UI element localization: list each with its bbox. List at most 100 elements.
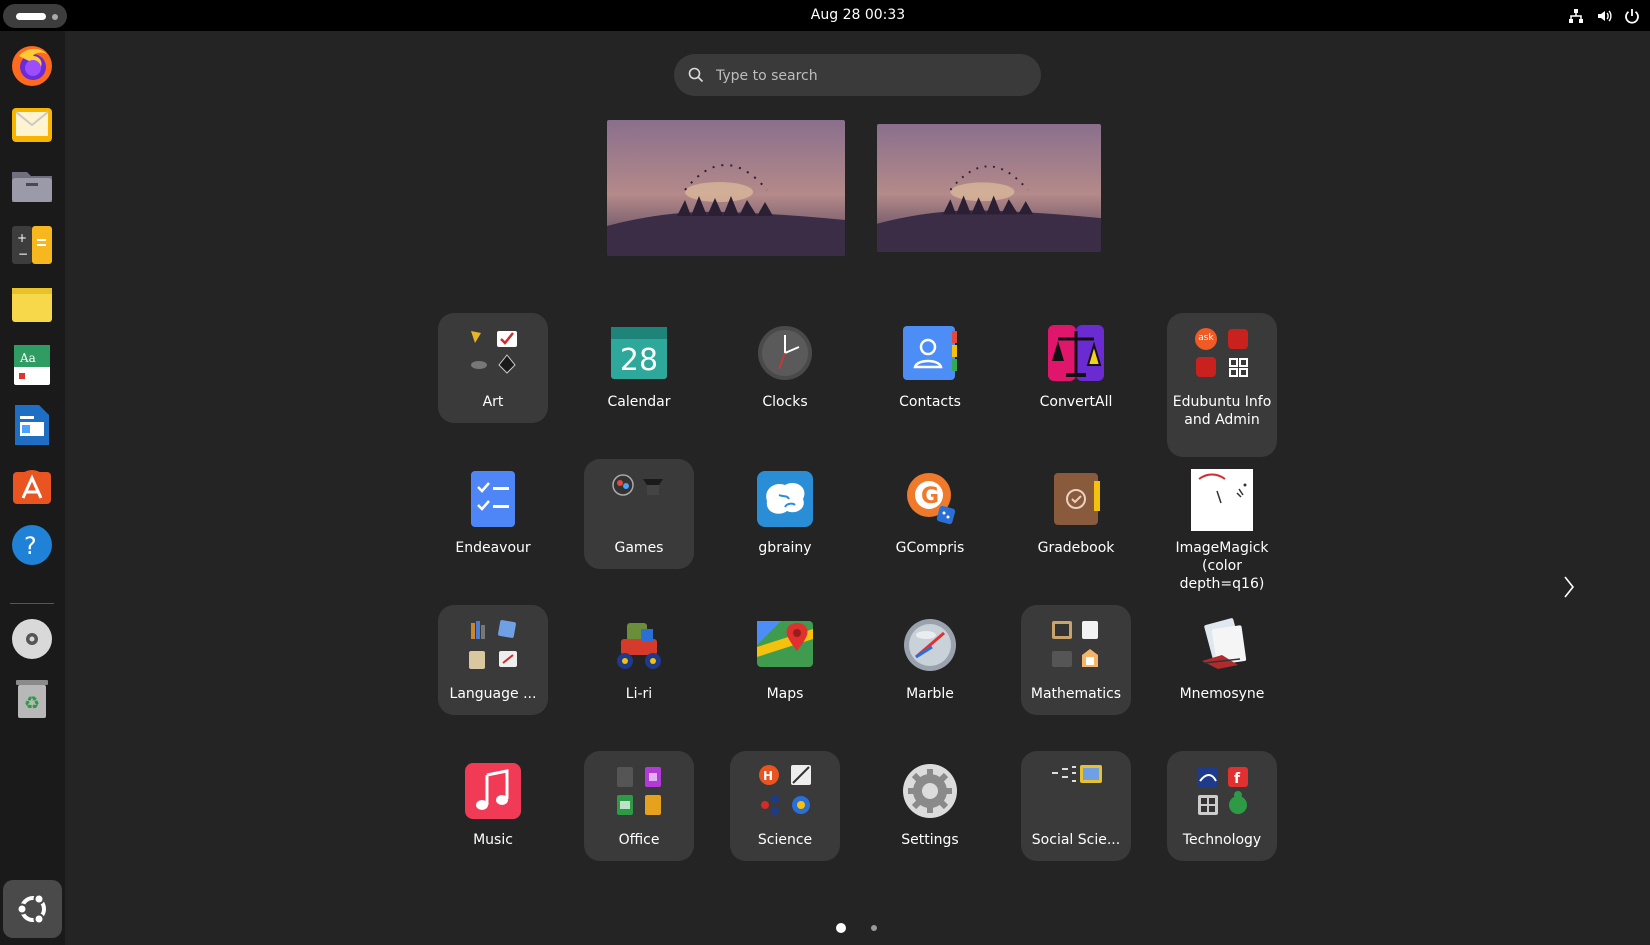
app-label: GCompris <box>895 540 965 556</box>
app-folder-art[interactable]: Art <box>438 313 548 423</box>
app-endeavour[interactable]: Endeavour <box>438 459 548 569</box>
clock[interactable]: Aug 28 00:33 <box>0 0 1650 31</box>
gcompris-icon: G <box>902 471 958 527</box>
sticky-notes-icon[interactable] <box>9 282 55 328</box>
app-imagemagick[interactable]: ImageMagick (color depth=q16) <box>1167 459 1277 603</box>
clock-icon <box>757 325 813 381</box>
mnemosyne-icon <box>1194 617 1250 673</box>
app-folder-language[interactable]: Language ... <box>438 605 548 715</box>
app-gbrainy[interactable]: gbrainy <box>730 459 840 569</box>
page-indicator-1[interactable] <box>836 923 846 933</box>
app-label: Li-ri <box>625 686 653 702</box>
contacts-icon <box>902 325 958 381</box>
app-label: Language ... <box>449 686 537 702</box>
app-li-ri[interactable]: Li-ri <box>584 605 694 715</box>
app-label: Contacts <box>899 394 961 410</box>
app-gradebook[interactable]: Gradebook <box>1021 459 1131 569</box>
app-convertall[interactable]: ConvertAll <box>1021 313 1131 423</box>
app-mnemosyne[interactable]: Mnemosyne <box>1167 605 1277 715</box>
app-folder-science[interactable]: H Science <box>730 751 840 861</box>
app-folder-games[interactable]: Games <box>584 459 694 569</box>
files-icon[interactable] <box>9 162 55 208</box>
svg-text:♻: ♻ <box>24 693 40 714</box>
convertall-icon <box>1048 325 1104 381</box>
firefox-icon[interactable] <box>9 42 55 88</box>
li-ri-icon <box>611 617 667 673</box>
dock: + − Aa ? ♻ <box>0 31 65 945</box>
app-folder-office[interactable]: Office <box>584 751 694 861</box>
games-folder-icon <box>611 471 667 527</box>
office-folder-icon <box>611 763 667 819</box>
top-bar: Aug 28 00:33 <box>0 0 1650 31</box>
writer-icon[interactable] <box>9 402 55 448</box>
gradebook-icon <box>1048 471 1104 527</box>
app-folder-mathematics[interactable]: Mathematics <box>1021 605 1131 715</box>
search-input[interactable] <box>714 54 1028 98</box>
app-label: Games <box>614 540 664 556</box>
app-label: Calendar <box>607 394 671 410</box>
app-folder-social-science[interactable]: Social Scie... <box>1021 751 1131 861</box>
app-settings[interactable]: Settings <box>875 751 985 861</box>
app-marble[interactable]: Marble <box>875 605 985 715</box>
app-calendar[interactable]: 28 Calendar <box>584 313 694 423</box>
app-label: Mnemosyne <box>1179 686 1265 702</box>
language-folder-icon <box>465 617 521 673</box>
app-label: Science <box>757 832 813 848</box>
mail-icon[interactable] <box>9 102 55 148</box>
app-label: ConvertAll <box>1039 394 1113 410</box>
app-clocks[interactable]: Clocks <box>730 313 840 423</box>
calculator-icon[interactable]: + − <box>9 222 55 268</box>
app-label: Social Scie... <box>1031 832 1121 848</box>
workspace-thumbnail-2[interactable] <box>877 124 1101 252</box>
app-label: gbrainy <box>758 540 812 556</box>
svg-text:+: + <box>17 231 27 245</box>
workspace-thumbnail-1[interactable] <box>607 120 845 256</box>
app-label: Art <box>482 394 504 410</box>
svg-text:?: ? <box>24 532 37 560</box>
settings-icon <box>902 763 958 819</box>
svg-text:f: f <box>1234 771 1241 787</box>
app-label: Office <box>618 832 660 848</box>
app-label: Clocks <box>762 394 808 410</box>
dock-separator <box>10 603 54 604</box>
endeavour-icon <box>465 471 521 527</box>
svg-text:G: G <box>921 484 939 509</box>
trash-icon[interactable]: ♻ <box>9 676 55 722</box>
calendar-day-number: 28 <box>619 343 659 378</box>
app-label: Endeavour <box>455 540 531 556</box>
mathematics-folder-icon <box>1048 617 1104 673</box>
app-folder-technology[interactable]: f Technology <box>1167 751 1277 861</box>
app-contacts[interactable]: Contacts <box>875 313 985 423</box>
app-center-icon[interactable] <box>9 462 55 508</box>
technology-folder-icon: f <box>1194 763 1250 819</box>
app-label: Edubuntu Info and Admin <box>1172 394 1272 428</box>
app-label: ImageMagick (color depth=q16) <box>1175 540 1269 592</box>
power-icon[interactable] <box>1624 8 1640 24</box>
svg-text:−: − <box>18 247 28 261</box>
art-folder-icon <box>465 325 521 381</box>
search-bar[interactable] <box>674 54 1041 98</box>
app-music[interactable]: Music <box>438 751 548 861</box>
app-label: Music <box>473 832 513 848</box>
volume-icon[interactable] <box>1596 8 1612 24</box>
system-tray[interactable] <box>1568 0 1640 31</box>
app-maps[interactable]: Maps <box>730 605 840 715</box>
search-icon <box>688 67 704 83</box>
wallpaper-image <box>877 124 1101 252</box>
app-label: Gradebook <box>1037 540 1115 556</box>
network-icon[interactable] <box>1568 8 1584 24</box>
page-indicator-2[interactable] <box>871 925 877 931</box>
font-viewer-icon[interactable]: Aa <box>9 342 55 388</box>
disc-icon[interactable] <box>9 616 55 662</box>
app-folder-edubuntu-info-and-admin[interactable]: ask Edubuntu Info and Admin <box>1167 313 1277 457</box>
gbrainy-icon <box>757 471 813 527</box>
app-label: Maps <box>766 686 804 702</box>
help-icon[interactable]: ? <box>9 522 55 568</box>
chevron-right-icon[interactable] <box>1562 574 1576 600</box>
app-gcompris[interactable]: G GCompris <box>875 459 985 569</box>
app-label: Mathematics <box>1030 686 1122 702</box>
show-apps-button[interactable] <box>3 880 62 938</box>
social-science-folder-icon <box>1048 763 1104 819</box>
svg-text:H: H <box>763 769 773 783</box>
maps-icon <box>757 617 813 673</box>
